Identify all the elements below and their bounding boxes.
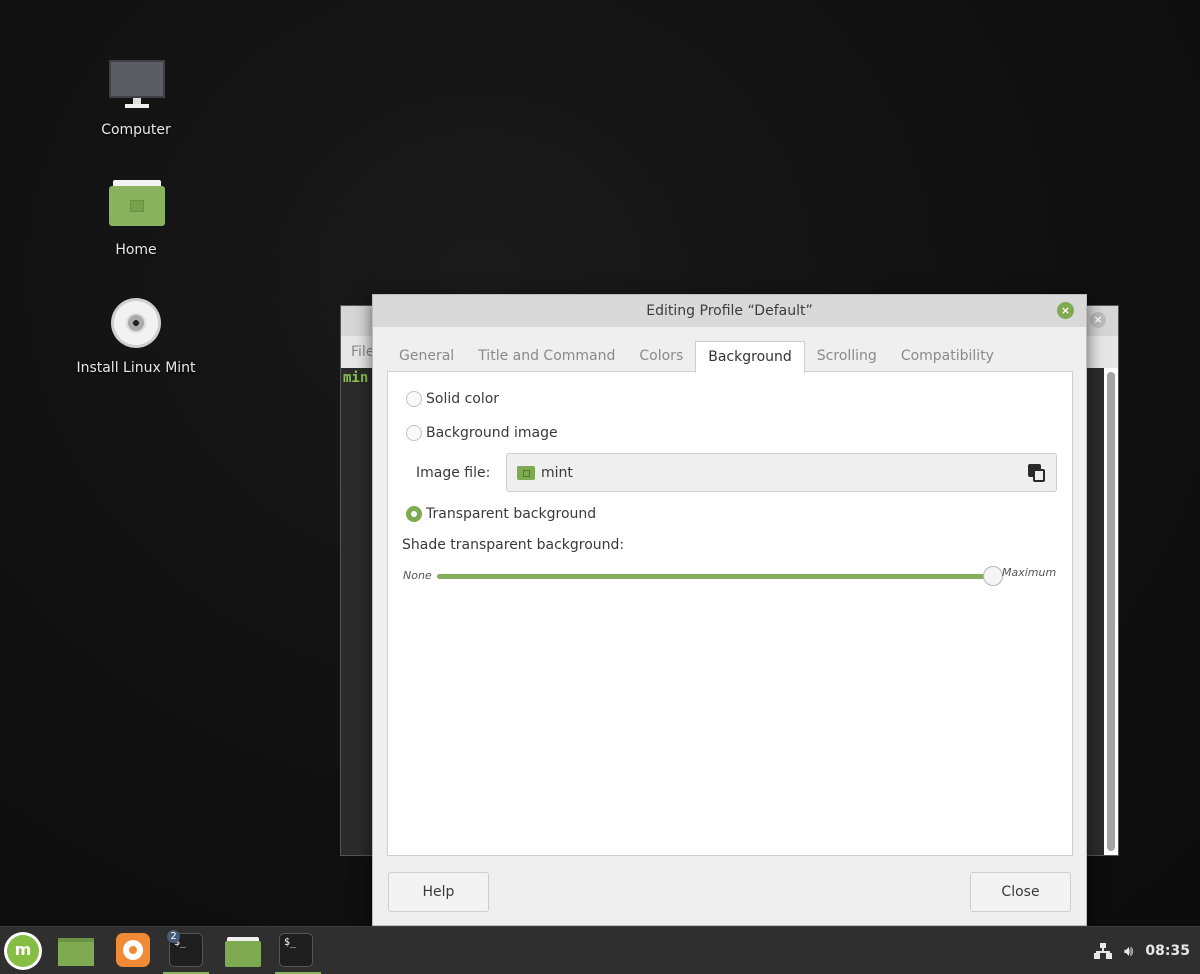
tab-general[interactable]: General (387, 341, 466, 372)
radio-background-image[interactable]: Background image (406, 425, 558, 441)
system-tray: 🔊︎ 08:35 (1093, 927, 1200, 974)
desktop-icon-computer[interactable]: Computer (61, 60, 211, 138)
tab-title-and-command[interactable]: Title and Command (466, 341, 627, 372)
slider-fill (437, 574, 993, 579)
slider-max-label: Maximum (1002, 566, 1057, 579)
tab-background[interactable]: Background (695, 341, 805, 373)
linux-mint-logo-icon[interactable]: m (4, 932, 42, 970)
home-folder-icon (109, 180, 165, 226)
radio-label: Transparent background (426, 506, 597, 522)
image-file-label: Image file: (416, 465, 491, 481)
radio-solid-color[interactable]: Solid color (406, 391, 499, 407)
tab-scrolling[interactable]: Scrolling (805, 341, 889, 372)
radio-button-checked[interactable] (406, 506, 422, 522)
slider-min-label: None (403, 569, 432, 582)
desktop-icon-label: Home (115, 242, 157, 258)
desktop-icon-install[interactable]: Install Linux Mint (61, 298, 211, 376)
computer-icon (109, 60, 165, 110)
image-file-chooser[interactable]: mint (506, 453, 1057, 492)
editing-profile-dialog: Editing Profile “Default” × General Titl… (372, 294, 1087, 926)
dialog-titlebar[interactable]: Editing Profile “Default” × (373, 295, 1086, 327)
clock[interactable]: 08:35 (1145, 943, 1190, 959)
radio-button[interactable] (406, 425, 422, 441)
radio-label: Solid color (426, 391, 500, 407)
taskbar-terminal[interactable]: $_ (273, 927, 323, 974)
folder-icon[interactable] (225, 937, 261, 967)
terminal-icon: $_ (279, 933, 313, 967)
shade-label: Shade transparent background: (402, 537, 625, 553)
window-icon[interactable] (58, 938, 94, 966)
slider-thumb[interactable] (983, 566, 1003, 586)
terminal-scrollbar[interactable] (1104, 368, 1118, 855)
desktop-icon-home[interactable]: Home (61, 180, 211, 258)
desktop-icon-label: Install Linux Mint (76, 360, 196, 376)
firefox-icon[interactable] (116, 933, 150, 967)
menu-file[interactable]: File (351, 344, 374, 360)
help-button[interactable]: Help (388, 872, 489, 912)
close-icon[interactable]: × (1090, 312, 1106, 328)
tab-bar: General Title and Command Colors Backgro… (387, 341, 1006, 373)
disc-icon (111, 298, 161, 348)
close-button[interactable]: Close (970, 872, 1071, 912)
close-icon[interactable]: × (1057, 302, 1074, 319)
tab-compatibility[interactable]: Compatibility (889, 341, 1006, 372)
radio-transparent-background[interactable]: Transparent background (406, 506, 596, 522)
window-count-badge: 2 (167, 930, 180, 943)
image-file-value: mint (541, 464, 573, 481)
taskbar: m $_ 2 $_ 🔊︎ 08:35 (0, 926, 1200, 974)
radio-button[interactable] (406, 391, 422, 407)
volume-icon[interactable]: 🔊︎ (1124, 942, 1133, 960)
radio-label: Background image (426, 425, 558, 441)
background-panel: Solid color Background image Image file:… (387, 371, 1073, 856)
shade-slider[interactable] (437, 566, 1003, 586)
tab-colors[interactable]: Colors (627, 341, 695, 372)
folder-icon (517, 465, 535, 480)
dialog-title: Editing Profile “Default” (646, 303, 813, 319)
open-file-icon[interactable] (1028, 464, 1046, 482)
scrollbar-thumb[interactable] (1107, 372, 1115, 851)
network-icon[interactable] (1093, 943, 1112, 959)
desktop-icon-label: Computer (101, 122, 171, 138)
